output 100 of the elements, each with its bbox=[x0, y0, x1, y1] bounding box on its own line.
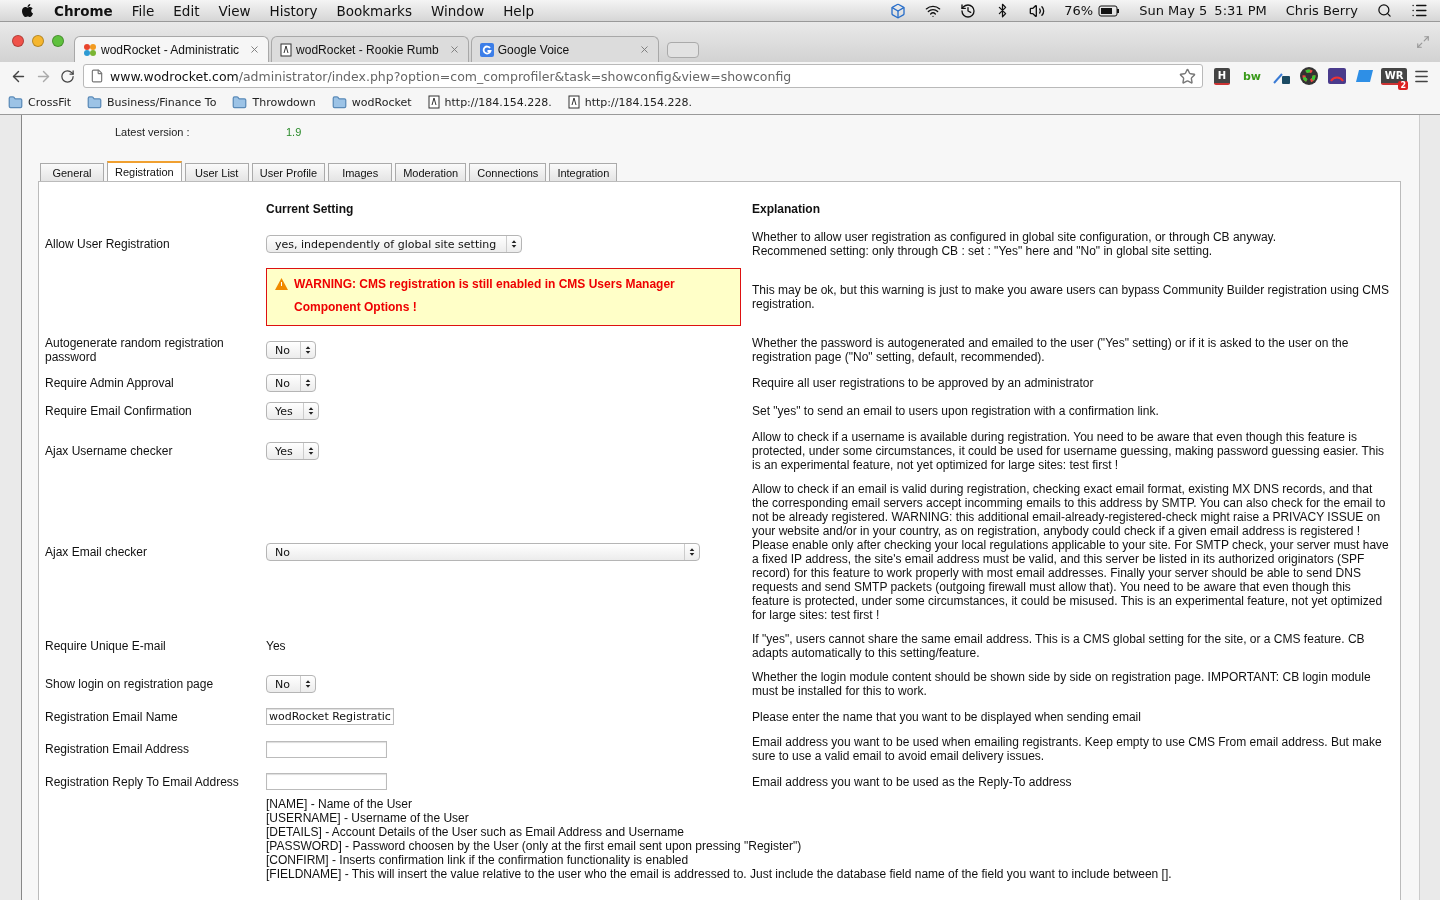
extension-button[interactable]: H bbox=[1211, 66, 1233, 86]
column-heading: Current Setting bbox=[266, 202, 354, 216]
input-field[interactable] bbox=[266, 773, 387, 790]
placeholder-help: [USERNAME] - Username of the User bbox=[266, 811, 470, 825]
browser-tab[interactable]: wodRocket - Rookie Rumb bbox=[271, 36, 469, 62]
setting-explanation: Whether the password is autogenerated and emailed to the user ("Yes" setting) or if it is asked to the user on the registration page ("No" setting, default, recommended). bbox=[752, 336, 1350, 364]
settings-tab[interactable]: User Profile bbox=[251, 163, 326, 181]
extension-button[interactable]: WR 2 bbox=[1383, 66, 1405, 86]
apple-logo-icon[interactable] bbox=[20, 3, 35, 18]
g-tile-icon bbox=[479, 42, 494, 57]
select-dropdown[interactable]: No bbox=[266, 543, 700, 561]
settings-tab[interactable]: Connections bbox=[469, 163, 547, 181]
close-icon[interactable] bbox=[638, 44, 650, 55]
settings-tab[interactable]: Registration bbox=[107, 161, 182, 181]
zoom-window-button[interactable] bbox=[52, 35, 64, 47]
battery-percentage: 76% bbox=[1064, 3, 1094, 18]
input-field[interactable] bbox=[266, 740, 387, 758]
bookmark-item[interactable]: http://184.154.228. bbox=[567, 95, 692, 109]
placeholder-help: [DETAILS] - Account Details of the User such as Email Address and Username bbox=[266, 825, 685, 839]
setting-label: Require Email Confirmation bbox=[45, 404, 193, 418]
volume-icon[interactable] bbox=[1029, 2, 1046, 19]
battery-icon[interactable] bbox=[1098, 4, 1121, 17]
page-icon bbox=[90, 69, 104, 83]
select-dropdown[interactable]: No bbox=[266, 341, 316, 359]
color-wheel-icon[interactable] bbox=[1299, 66, 1319, 86]
input-field[interactable]: wodRocket Registratic bbox=[266, 708, 394, 725]
setting-label: Autogenerate random registration password bbox=[45, 336, 225, 364]
placeholder-help: [CONFIRM] - Inserts confirmation link if the confirmation functionality is enabled bbox=[266, 853, 690, 867]
time-machine-icon[interactable] bbox=[960, 2, 977, 19]
column-heading: Explanation bbox=[752, 202, 820, 216]
menu-item[interactable]: History bbox=[269, 2, 318, 19]
setting-explanation: Whether to allow user registration as configured in global site configuration, or through CB anyway. Recommened setting: only through CB : set : "Yes" here and "No" in global site setting. bbox=[752, 230, 1278, 258]
bookmark-item[interactable]: wodRocket bbox=[331, 94, 412, 110]
placeholder-help: [PASSWORD] - Password choosen by the User (only at the first email sent upon pressing "Register") bbox=[266, 839, 803, 853]
browser-tab[interactable]: Google Voice bbox=[470, 36, 659, 62]
version-label: Latest version : bbox=[115, 126, 191, 140]
menu-item[interactable]: Edit bbox=[173, 2, 200, 19]
setting-label: Registration Reply To Email Address bbox=[45, 774, 240, 789]
user-name[interactable]: Chris Berry bbox=[1285, 3, 1358, 18]
gauge-icon[interactable] bbox=[1327, 66, 1347, 86]
bookmark-star-icon[interactable] bbox=[1179, 67, 1196, 85]
document-icon bbox=[427, 95, 440, 109]
search-icon[interactable] bbox=[1377, 3, 1392, 18]
select-dropdown[interactable]: Yes bbox=[266, 442, 319, 460]
bookmark-item[interactable]: http://184.154.228. bbox=[427, 95, 552, 109]
setting-label: Show login on registration page bbox=[45, 677, 215, 691]
document-icon bbox=[567, 95, 580, 109]
address-bar[interactable]: www.wodrocket.com/administrator/index.php?option=com_comprofiler&task=showconfig&view=showconfig bbox=[83, 64, 1203, 88]
select-dropdown[interactable]: No bbox=[266, 374, 316, 392]
setting-label: Require Unique E-mail bbox=[45, 639, 167, 653]
setting-label: Registration Email Address bbox=[45, 742, 191, 756]
browser-tab[interactable]: wodRocket - Administratic bbox=[74, 36, 270, 62]
count-badge: 2 bbox=[1398, 81, 1408, 90]
select-dropdown[interactable]: yes, independently of global site setting bbox=[266, 235, 523, 253]
dropbox-icon[interactable] bbox=[890, 2, 907, 19]
menu-item[interactable]: Window bbox=[430, 2, 485, 19]
setting-label: Allow User Registration bbox=[45, 237, 171, 251]
close-window-button[interactable] bbox=[12, 35, 24, 47]
list-icon[interactable] bbox=[1411, 2, 1428, 19]
settings-tab[interactable]: Moderation bbox=[395, 163, 467, 181]
setting-explanation: If "yes", users cannot share the same email address. This is a CMS global setting for the site, or a CMS feature. CB adapts automatically to this setting/feature. bbox=[752, 632, 1366, 660]
setting-explanation: Allow to check if a username is available during registration. You need to be aware that even though this feature is protected, under some circumstances, it could be used for username guessing, making password guessing easier. This is an experimental feature, not yet optimized for large sites: test first ! bbox=[752, 430, 1386, 472]
bookmark-item[interactable]: Business/Finance To bbox=[87, 94, 217, 110]
app-menu[interactable]: Chrome bbox=[54, 2, 113, 19]
menu-item[interactable]: File bbox=[131, 2, 155, 19]
folder-icon bbox=[87, 94, 103, 110]
folder-icon bbox=[331, 94, 347, 110]
folder-icon bbox=[8, 94, 23, 110]
menu-date: Sun May 5 bbox=[1139, 3, 1208, 18]
setting-explanation: Please enter the name that you want to be displayed when sending email bbox=[752, 709, 1142, 724]
settings-tab[interactable]: User List bbox=[184, 163, 249, 181]
setting-explanation: Whether the login module content should be shown side by side on registration page. IMPORTANT: CB login module must be installed for this to work. bbox=[752, 670, 1372, 698]
close-icon[interactable] bbox=[448, 44, 460, 55]
version-value: 1.9 bbox=[286, 126, 302, 140]
warning-icon bbox=[275, 278, 288, 290]
setting-explanation: Allow to check if an email is valid during registration, checking exact email format, existing MX DNS records, and that the corresponding email servers accept incomming emails to this address by SMTP. You can also check for the email to not be already registered. WARNING: this additional email-already-registered-check might raise a PRIVACY ISSUE on your website and/or in your country, as on registration, anybody could check if a given email address is registered ! Please enable only after checking your local regulations applicable to your site. For SMTP check, your server must have a fixed IP address, the site's email address must be valid, and this server be listed in its authorized originators (SPF record) for this feature to work properly with most email addresses. Finally your server should be able to send DNS requests and send SMTP packets (outgoing firewall must allow that). You need to be aware that even though this feature is protected, under some circumstances, it could be misused. This is an experimental feature, not yet optimized for large sites: test first ! bbox=[752, 482, 1390, 622]
menu-item[interactable]: View bbox=[218, 2, 251, 19]
setting-explanation: Email address you want to be used as the Reply-To address bbox=[752, 774, 1073, 789]
select-dropdown[interactable]: No bbox=[266, 675, 316, 693]
setting-label: Require Admin Approval bbox=[45, 376, 175, 390]
close-icon[interactable] bbox=[249, 44, 261, 55]
setting-value: Yes bbox=[266, 639, 286, 653]
document-icon bbox=[280, 42, 293, 57]
setting-explanation: This may be ok, but this warning is just to make you aware users can bypass Community Builder registration using CMS registration. bbox=[752, 283, 1390, 311]
placeholder-help: [FIELDNAME] - This will insert the value relative to the user who the email is addressed to. Just include the database field name of the field you want to include between []. bbox=[266, 867, 1173, 881]
settings-tab[interactable]: General bbox=[40, 163, 104, 181]
bookmark-item[interactable]: Throwdown bbox=[232, 94, 316, 110]
settings-tab[interactable]: Integration bbox=[549, 163, 618, 181]
url-text: www.wodrocket.com/administrator/index.php?option=com_comprofiler&task=showconfig&view=showconfig bbox=[110, 68, 793, 84]
menu-item[interactable]: Help bbox=[503, 2, 534, 19]
menu-time: 5:31 PM bbox=[1214, 3, 1267, 18]
reload-icon[interactable] bbox=[60, 68, 75, 84]
bookmark-item[interactable]: CrossFit bbox=[8, 94, 72, 110]
select-dropdown[interactable]: Yes bbox=[266, 402, 319, 420]
warning-message: WARNING: CMS registration is still enabled in CMS Users Manager Component Options ! bbox=[294, 276, 676, 316]
setting-label: Ajax Username checker bbox=[45, 444, 174, 458]
menu-item[interactable]: Bookmarks bbox=[336, 2, 412, 19]
setting-label: Registration Email Name bbox=[45, 709, 179, 724]
setting-label: Ajax Email checker bbox=[45, 545, 149, 559]
settings-tab[interactable]: Images bbox=[328, 163, 393, 181]
